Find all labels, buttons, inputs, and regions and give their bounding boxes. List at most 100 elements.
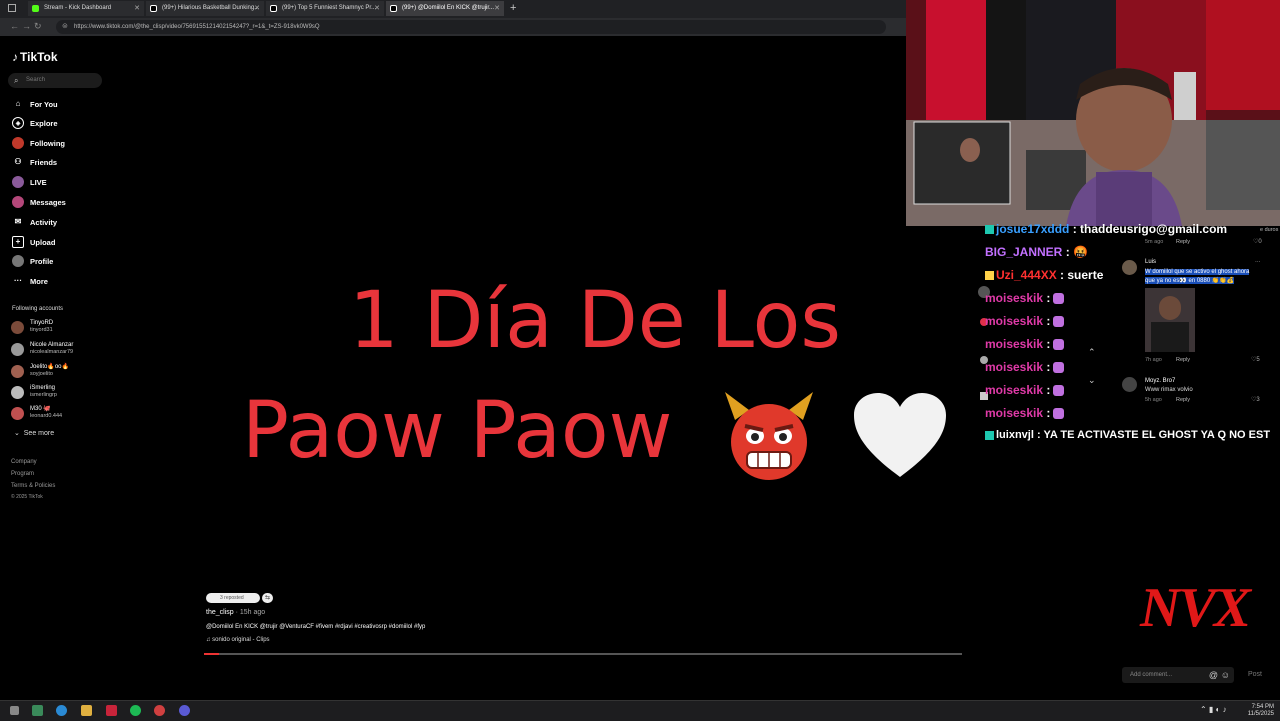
clock[interactable]: 7:54 PM 11/5/2025: [1240, 704, 1274, 718]
nav-profile[interactable]: Profile: [10, 254, 53, 270]
nav-messages[interactable]: Messages: [10, 195, 66, 211]
reply-button[interactable]: Reply: [1176, 239, 1190, 245]
comment-like[interactable]: ♡3: [1251, 396, 1260, 403]
close-tab-icon[interactable]: ✕: [254, 1, 260, 16]
avatar: [11, 365, 24, 378]
close-tab-icon[interactable]: ✕: [374, 1, 380, 16]
following-avatar-icon: [12, 137, 24, 149]
chat-message: BIG_JANNER : 🤬: [985, 245, 1088, 259]
start-icon[interactable]: [10, 706, 19, 715]
close-tab-icon[interactable]: ✕: [494, 1, 500, 16]
nav-label: Explore: [30, 119, 58, 128]
friends-icon: ⚇: [14, 157, 22, 166]
chat-text: :: [1046, 291, 1051, 305]
video-author[interactable]: the_clisp · 15h ago: [206, 609, 265, 616]
chat-username: josue17xddd: [996, 222, 1070, 236]
author-name: the_clisp: [206, 609, 234, 616]
site-info-icon[interactable]: ⊜: [62, 20, 68, 34]
obs-icon[interactable]: [179, 705, 190, 716]
nav-live[interactable]: LIVE: [10, 175, 47, 191]
chat-message: moiseskik :: [985, 291, 1065, 305]
file-explorer-icon[interactable]: [81, 705, 92, 716]
nav-following[interactable]: Following: [10, 136, 65, 152]
mention-icon[interactable]: @: [1209, 667, 1218, 683]
chrome-app-icon[interactable]: [56, 705, 67, 716]
nav-label: Friends: [30, 158, 58, 167]
video-player[interactable]: 1 Día De Los Paow Paow 3 reposted ⇆ the_…: [110, 36, 962, 686]
chat-username: moiseskik: [985, 406, 1044, 420]
home-icon: ⌂: [15, 99, 21, 108]
reload-icon[interactable]: ↻: [34, 21, 42, 32]
chat-text: :: [1046, 314, 1051, 328]
chat-username: Uzi_444XX: [996, 268, 1057, 282]
search-placeholder: Search: [26, 77, 46, 83]
comment-like[interactable]: ♡5: [1251, 356, 1260, 363]
tab-shamnyc[interactable]: (99+) Top 5 Funniest Shamnyc Pr... ✕: [266, 1, 384, 16]
tab-title: (99+) @Domiilol En KICK @trujir...: [402, 5, 495, 11]
video-progress-bar[interactable]: [204, 653, 962, 655]
live-icon: [12, 176, 24, 188]
address-bar[interactable]: ⊜ https://www.tiktok.com/@the_clisp/vide…: [56, 20, 886, 34]
tiktok-favicon-icon: [270, 5, 277, 12]
add-comment-input[interactable]: Add comment... @ ☺: [1122, 667, 1234, 683]
tab-basketball[interactable]: (99+) Hilarious Basketball Dunking... ✕: [146, 1, 264, 16]
chat-message: moiseskik :: [985, 360, 1065, 374]
nav-label: Messages: [30, 198, 66, 207]
terminal-app-icon[interactable]: [32, 705, 43, 716]
nav-activity[interactable]: ✉ Activity: [10, 215, 57, 231]
chrome-red-icon[interactable]: [154, 705, 165, 716]
media-app-icon[interactable]: [106, 705, 117, 716]
comment-time: 7h ago: [1145, 357, 1162, 363]
tiktok-favicon-icon: [150, 5, 157, 12]
system-tray-icons[interactable]: ⌃ ▮ ◐ ♪: [1200, 706, 1227, 714]
chat-badge-icon: [985, 430, 994, 440]
comment-image-face: [1159, 296, 1181, 320]
nav-explore[interactable]: ◈ Explore: [10, 116, 58, 132]
comment-user[interactable]: Luis: [1145, 259, 1156, 265]
chat-emote-icon: [1053, 339, 1065, 351]
spotify-icon[interactable]: [130, 705, 141, 716]
chat-username: moiseskik: [985, 337, 1044, 351]
chat-emote-icon: [1053, 385, 1065, 397]
back-icon[interactable]: ←: [10, 21, 19, 31]
comment-text-selected: W domiilol que se activo el ghost ahora: [1145, 269, 1250, 275]
video-description[interactable]: @Domiilol En KICK @trujir @VenturaCF #fi…: [206, 624, 425, 630]
search-input[interactable]: ⌕ Search: [8, 73, 102, 88]
tiktok-logo[interactable]: ♪ TikTok: [12, 50, 58, 64]
comment-more-icon[interactable]: ···: [1255, 259, 1261, 265]
tab-domiilol[interactable]: (99+) @Domiilol En KICK @trujir... ✕: [386, 1, 504, 16]
nav-upload[interactable]: + Upload: [10, 235, 55, 251]
video-sound[interactable]: ♫ sonido original - Clips: [206, 637, 270, 643]
like-count: 3: [1256, 397, 1260, 403]
nav-label: Activity: [30, 218, 58, 227]
emoji-icon[interactable]: ☺: [1221, 667, 1230, 683]
nav-friends[interactable]: ⚇ Friends: [10, 155, 57, 171]
chat-text: :: [1046, 406, 1051, 420]
post-button[interactable]: Post: [1248, 671, 1262, 678]
chat-message: moiseskik :: [985, 314, 1065, 328]
repost-icon[interactable]: ⇆: [262, 593, 273, 603]
footer-terms[interactable]: Terms & Policies: [11, 483, 55, 489]
comment-image[interactable]: [1145, 288, 1195, 352]
new-tab-button[interactable]: +: [510, 2, 516, 14]
nav-for-you[interactable]: ⌂ For You: [10, 97, 58, 113]
close-tab-icon[interactable]: ✕: [134, 1, 140, 16]
logo-text: TikTok: [20, 50, 58, 64]
repost-badge[interactable]: 3 reposted: [206, 593, 260, 603]
tab-kick-dashboard[interactable]: Stream - Kick Dashboard ✕: [28, 1, 144, 16]
comment-text: Www rimax volvio: [1145, 387, 1193, 393]
reply-button[interactable]: Reply: [1176, 357, 1190, 363]
search-icon: ⌕: [14, 76, 19, 85]
tab-title: Stream - Kick Dashboard: [44, 5, 112, 11]
chat-emote-icon: [1053, 408, 1065, 420]
reply-button[interactable]: Reply: [1176, 397, 1190, 403]
activity-icon: ✉: [14, 217, 22, 226]
chat-text: :: [1046, 360, 1051, 374]
kick-favicon-icon: [32, 5, 39, 12]
comment-like[interactable]: ♡0: [1253, 238, 1262, 245]
tab-search-icon[interactable]: [8, 4, 16, 12]
chat-username: moiseskik: [985, 383, 1044, 397]
forward-icon[interactable]: →: [22, 21, 31, 31]
comment-user[interactable]: Moyz. Bro7: [1145, 378, 1175, 384]
nvx-overlay-logo: NVX: [1140, 577, 1251, 639]
